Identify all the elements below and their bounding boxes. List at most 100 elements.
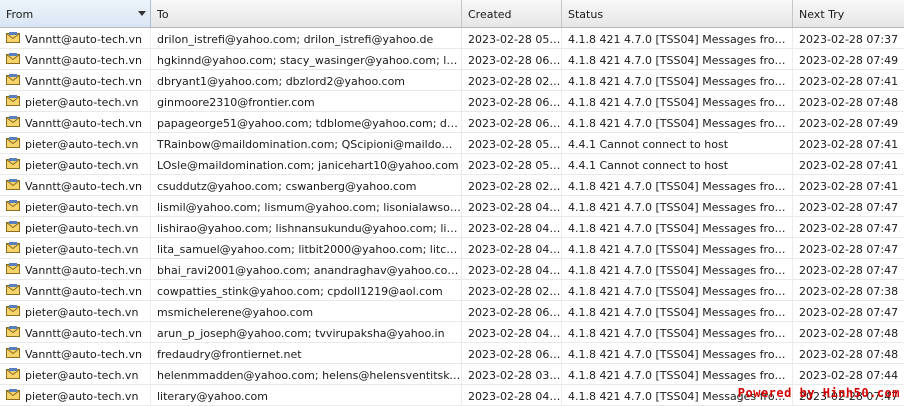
from-text: Vanntt@auto-tech.vn — [25, 180, 142, 193]
cell-created: 2023-02-28 06:47 — [462, 301, 562, 321]
cell-from: Vanntt@auto-tech.vn — [0, 259, 151, 279]
cell-from: Vanntt@auto-tech.vn — [0, 112, 151, 132]
table-row[interactable]: Vanntt@auto-tech.vn bhai_ravi2001@yahoo.c… — [0, 259, 904, 280]
table-row[interactable]: pieter@auto-tech.vn LOsle@maildomination.… — [0, 154, 904, 175]
table-row[interactable]: Vanntt@auto-tech.vn hgkinnd@yahoo.com; st… — [0, 49, 904, 70]
column-header-to-label: To — [157, 8, 169, 21]
cell-to: ginmoore2310@frontier.com — [151, 91, 462, 111]
envelope-icon — [6, 389, 20, 400]
envelope-icon — [6, 116, 20, 127]
table-row[interactable]: Vanntt@auto-tech.vn fredaudry@frontiernet… — [0, 343, 904, 364]
cell-created: 2023-02-28 02:40 — [462, 175, 562, 195]
cell-next-try: 2023-02-28 07:49 — [799, 54, 899, 67]
cell-created: 2023-02-28 05:58 — [462, 154, 562, 174]
cell-to: csuddutz@yahoo.com; cswanberg@yahoo.com — [151, 175, 462, 195]
from-text: Vanntt@auto-tech.vn — [25, 285, 142, 298]
table-row[interactable]: pieter@auto-tech.vn helenmmadden@yahoo.co… — [0, 364, 904, 385]
cell-to: msmichelerene@yahoo.com — [151, 301, 462, 321]
column-header-created[interactable]: Created — [462, 0, 562, 27]
from-text: Vanntt@auto-tech.vn — [25, 75, 142, 88]
envelope-icon — [6, 284, 20, 295]
envelope-icon — [6, 368, 20, 379]
table-row[interactable]: pieter@auto-tech.vn lishirao@yahoo.com; l… — [0, 217, 904, 238]
table-row[interactable]: pieter@auto-tech.vn lismil@yahoo.com; lis… — [0, 196, 904, 217]
envelope-icon — [6, 242, 20, 253]
from-text: Vanntt@auto-tech.vn — [25, 348, 142, 361]
watermark: Powered by Hinh50.com — [737, 386, 900, 400]
table-row[interactable]: Vanntt@auto-tech.vn cowpatties_stink@yaho… — [0, 280, 904, 301]
envelope-icon — [6, 200, 20, 211]
from-text: Vanntt@auto-tech.vn — [25, 54, 142, 67]
cell-status: 4.1.8 421 4.7.0 [TSS04] Messages from 1.… — [562, 91, 793, 111]
from-text: Vanntt@auto-tech.vn — [25, 264, 142, 277]
from-text: Vanntt@auto-tech.vn — [25, 33, 142, 46]
cell-to: LOsle@maildomination.com; janicehart10@y… — [151, 154, 462, 174]
cell-created: 2023-02-28 04:17 — [462, 217, 562, 237]
envelope-icon — [6, 263, 20, 274]
cell-to: hgkinnd@yahoo.com; stacy_wasinger@yahoo.… — [151, 49, 462, 69]
table-row[interactable]: pieter@auto-tech.vn msmichelerene@yahoo.c… — [0, 301, 904, 322]
envelope-icon — [6, 326, 20, 337]
envelope-icon — [6, 158, 20, 169]
table-row[interactable]: Vanntt@auto-tech.vn arun_p_joseph@yahoo.c… — [0, 322, 904, 343]
cell-from: pieter@auto-tech.vn — [0, 238, 151, 258]
cell-next-try: 2023-02-28 07:49 — [799, 117, 899, 130]
column-header-status-label: Status — [568, 8, 604, 21]
cell-status: 4.1.8 421 4.7.0 [TSS04] Messages from 1.… — [562, 175, 793, 195]
cell-to: lismil@yahoo.com; lismum@yahoo.com; liso… — [151, 196, 462, 216]
cell-from: pieter@auto-tech.vn — [0, 301, 151, 321]
cell-created: 2023-02-28 06:49 — [462, 49, 562, 69]
cell-to: fredaudry@frontiernet.net — [151, 343, 462, 363]
envelope-icon — [6, 74, 20, 85]
from-text: pieter@auto-tech.vn — [25, 159, 139, 172]
cell-to: drilon_istrefi@yahoo.com; drilon_istrefi… — [151, 28, 462, 48]
sort-down-icon[interactable] — [138, 11, 146, 16]
cell-status: 4.1.8 421 4.7.0 [TSS04] Messages from 1.… — [562, 343, 793, 363]
column-header-from[interactable]: From — [0, 0, 151, 27]
cell-to: TRainbow@maildomination.com; QScipioni@m… — [151, 133, 462, 153]
envelope-icon — [6, 347, 20, 358]
cell-status: 4.1.8 421 4.7.0 [TSS04] Messages from 1.… — [562, 280, 793, 300]
table-row[interactable]: Vanntt@auto-tech.vn dbryant1@yahoo.com; d… — [0, 70, 904, 91]
envelope-icon — [6, 53, 20, 64]
cell-next-try: 2023-02-28 07:41 — [799, 138, 899, 151]
cell-created: 2023-02-28 04:17 — [462, 238, 562, 258]
cell-status: 4.1.8 421 4.7.0 [TSS04] Messages from 1.… — [562, 217, 793, 237]
cell-created: 2023-02-28 04:17 — [462, 196, 562, 216]
cell-from: Vanntt@auto-tech.vn — [0, 280, 151, 300]
cell-to: lita_samuel@yahoo.com; litbit2000@yahoo.… — [151, 238, 462, 258]
cell-created: 2023-02-28 05:58 — [462, 133, 562, 153]
cell-created: 2023-02-28 05:06 — [462, 28, 562, 48]
envelope-icon — [6, 305, 20, 316]
table-row[interactable]: pieter@auto-tech.vn ginmoore2310@frontier… — [0, 91, 904, 112]
from-text: Vanntt@auto-tech.vn — [25, 117, 142, 130]
envelope-icon — [6, 95, 20, 106]
envelope-icon — [6, 221, 20, 232]
column-header-next-try[interactable]: Next Try — [793, 0, 904, 27]
cell-from: Vanntt@auto-tech.vn — [0, 322, 151, 342]
grid-header: From To Created Status Next Try — [0, 0, 904, 28]
column-header-status[interactable]: Status — [562, 0, 793, 27]
table-row[interactable]: Vanntt@auto-tech.vn papageorge51@yahoo.co… — [0, 112, 904, 133]
cell-created: 2023-02-28 04:17 — [462, 322, 562, 342]
cell-to: lishirao@yahoo.com; lishnansukundu@yahoo… — [151, 217, 462, 237]
column-header-to[interactable]: To — [151, 0, 462, 27]
cell-status: 4.1.8 421 4.7.0 [TSS04] Messages from 1.… — [562, 364, 793, 384]
cell-created: 2023-02-28 06:48 — [462, 343, 562, 363]
from-text: Vanntt@auto-tech.vn — [25, 327, 142, 340]
cell-next-try: 2023-02-28 07:47 — [799, 222, 899, 235]
table-row[interactable]: Vanntt@auto-tech.vn csuddutz@yahoo.com; c… — [0, 175, 904, 196]
cell-status: 4.1.8 421 4.7.0 [TSS04] Messages from 1.… — [562, 196, 793, 216]
cell-next-try: 2023-02-28 07:38 — [799, 285, 899, 298]
cell-to: arun_p_joseph@yahoo.com; tvvirupaksha@ya… — [151, 322, 462, 342]
table-row[interactable]: pieter@auto-tech.vn lita_samuel@yahoo.com… — [0, 238, 904, 259]
cell-from: pieter@auto-tech.vn — [0, 154, 151, 174]
table-row[interactable]: Vanntt@auto-tech.vn drilon_istrefi@yahoo.… — [0, 28, 904, 49]
queue-grid: From To Created Status Next Try Vanntt@a… — [0, 0, 904, 406]
from-text: pieter@auto-tech.vn — [25, 306, 139, 319]
cell-from: pieter@auto-tech.vn — [0, 217, 151, 237]
from-text: pieter@auto-tech.vn — [25, 390, 139, 403]
cell-from: Vanntt@auto-tech.vn — [0, 49, 151, 69]
table-row[interactable]: pieter@auto-tech.vn TRainbow@maildominati… — [0, 133, 904, 154]
envelope-icon — [6, 137, 20, 148]
